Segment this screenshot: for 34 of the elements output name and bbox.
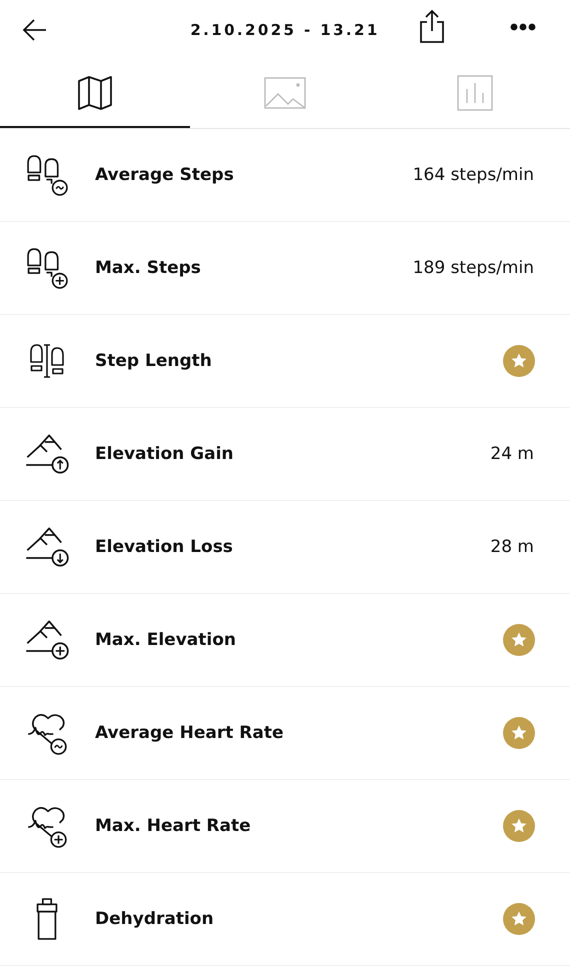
heart-rate-icon xyxy=(26,804,68,848)
star-badge-icon xyxy=(503,903,535,935)
more-icon xyxy=(509,23,537,31)
share-button[interactable] xyxy=(418,8,446,44)
metric-label: Step Length xyxy=(95,351,213,371)
metric-label: Elevation Gain xyxy=(95,444,235,464)
star-badge-icon xyxy=(503,345,535,377)
mountain-icon xyxy=(24,619,70,661)
metric-label: Max. Steps xyxy=(95,258,202,278)
mountain-icon xyxy=(24,433,70,475)
share-icon xyxy=(418,8,446,44)
star-badge-icon xyxy=(503,624,535,656)
metric-label: Elevation Loss xyxy=(95,537,234,557)
metric-value: 164 steps/min xyxy=(412,165,534,185)
footprints-icon xyxy=(26,246,68,290)
bottle-icon xyxy=(35,898,59,940)
metric-label: Max. Heart Rate xyxy=(95,816,252,836)
date-title: 2.10.2025 - 13.21 xyxy=(190,21,380,39)
metric-label: Average Heart Rate xyxy=(95,723,285,743)
step-length-icon xyxy=(29,343,65,379)
star-badge-icon xyxy=(503,717,535,749)
metric-value: 24 m xyxy=(490,444,534,464)
image-icon xyxy=(264,77,306,109)
mountain-icon xyxy=(24,526,70,568)
metric-label: Dehydration xyxy=(95,909,215,929)
metric-label: Average Steps xyxy=(95,165,235,185)
metric-label: Max. Elevation xyxy=(95,630,237,650)
star-badge-icon xyxy=(503,810,535,842)
footprints-icon xyxy=(26,154,68,196)
map-icon xyxy=(77,75,113,111)
heart-rate-icon xyxy=(26,711,68,755)
metric-value: 189 steps/min xyxy=(412,258,534,278)
metric-value: 28 m xyxy=(490,537,534,557)
bar-chart-icon xyxy=(457,75,493,111)
